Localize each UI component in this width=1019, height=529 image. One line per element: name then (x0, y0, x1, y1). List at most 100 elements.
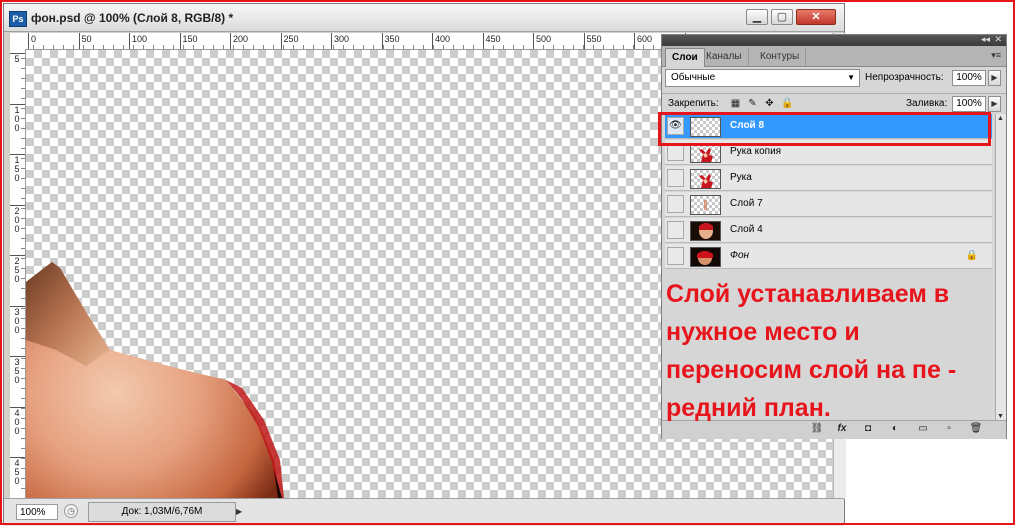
ruler-label: 450 (485, 34, 501, 44)
fill-slider-arrow-icon[interactable]: ▶ (988, 96, 1001, 112)
ruler-label: 400 (14, 407, 20, 436)
ruler-label: 450 (14, 458, 20, 486)
title-bar: Ps фон.psd @ 100% (Слой 8, RGB/8) * ▁ ▢ … (4, 4, 844, 32)
ruler-major-tick (482, 33, 484, 49)
layer-thumbnail (690, 169, 721, 189)
layer-name: Рука копия (730, 146, 782, 157)
visibility-toggle[interactable] (667, 247, 684, 265)
close-button[interactable]: ✕ (796, 9, 836, 25)
ruler-label: 350 (14, 357, 20, 385)
ruler-major-tick (28, 33, 29, 49)
layer-row-fon[interactable]: Фон 🔒 (665, 244, 992, 269)
ruler-label: 100 (132, 34, 148, 44)
tab-layers[interactable]: Слои (665, 48, 705, 67)
tab-channels[interactable]: Каналы (700, 48, 749, 66)
ruler-label: 0 (31, 34, 37, 44)
ruler-label: 300 (334, 34, 350, 44)
ruler-label: 500 (536, 34, 552, 44)
ruler-label: 100 (14, 104, 20, 133)
ruler-label: 150 (182, 34, 198, 44)
ruler-label: 5 (14, 54, 20, 64)
layer-thumbnail (690, 247, 721, 267)
panel-menu-icon[interactable]: ▾≡ (991, 50, 1001, 61)
ruler-major-tick (583, 33, 585, 49)
zoom-field[interactable]: 100% (16, 504, 58, 520)
blend-mode-select[interactable]: Обычные ▼ (665, 69, 860, 87)
layer-name: Фон (730, 250, 750, 261)
chevron-down-icon: ▼ (847, 73, 855, 82)
opacity-field[interactable]: 100% (952, 70, 986, 86)
layer-thumbnail (690, 195, 721, 215)
layer-thumbnail (690, 221, 721, 241)
vertical-ruler[interactable]: 5 100 150 200 250 300 350 400 450 (10, 49, 26, 498)
portrait-thumbnail-icon (691, 222, 720, 240)
ruler-label: 400 (435, 34, 451, 44)
ruler-major-tick (129, 33, 130, 49)
portrait-thumbnail-icon (691, 248, 720, 266)
ruler-label: 200 (233, 34, 249, 44)
ruler-label: 300 (14, 306, 20, 335)
scroll-down-icon[interactable]: ▼ (997, 413, 1004, 420)
fill-field[interactable]: 100% (952, 96, 986, 112)
annotation-line: переносим слой на пе - (666, 356, 957, 384)
photoshop-app-icon: Ps (9, 11, 27, 27)
ruler-label: 200 (14, 205, 20, 234)
lock-pixels-brush-icon[interactable]: ✎ (747, 98, 758, 109)
maximize-button[interactable]: ▢ (771, 9, 793, 25)
panel-tabs: Слои Каналы Контуры ▾≡ (662, 46, 1006, 67)
layers-scrollbar[interactable]: ▲ ▼ (995, 114, 1006, 421)
layer-name: Слой 4 (730, 224, 763, 235)
ruler-major-tick (533, 33, 534, 49)
ruler-major-tick (634, 33, 635, 49)
opacity-label: Непрозрачность: (865, 72, 944, 83)
visibility-toggle[interactable] (667, 195, 684, 213)
layer-thumbnail (690, 143, 721, 163)
tab-paths[interactable]: Контуры (754, 48, 807, 66)
collapse-panel-icon[interactable]: ◂◂ (981, 34, 990, 45)
opacity-slider-arrow-icon[interactable]: ▶ (988, 70, 1001, 86)
hand-thumbnail-icon (699, 174, 713, 188)
layer-row-sloi-7[interactable]: Слой 7 (665, 192, 992, 217)
scroll-up-icon[interactable]: ▲ (997, 115, 1004, 122)
annotation-text: Слой устанавливаем в нужное место и пере… (666, 276, 996, 428)
panel-header: ◂◂ ✕ (662, 34, 1006, 46)
ruler-major-tick (381, 33, 383, 49)
blend-mode-value: Обычные (671, 72, 716, 83)
layer-row-sloi-4[interactable]: Слой 4 (665, 218, 992, 243)
ruler-major-tick (179, 33, 181, 49)
ruler-label: 250 (14, 256, 20, 284)
ruler-origin[interactable] (10, 33, 25, 50)
lock-label: Закрепить: (668, 98, 719, 109)
close-panel-icon[interactable]: ✕ (994, 34, 1002, 45)
status-info-icon[interactable]: ◷ (64, 504, 78, 518)
ruler-label: 550 (586, 34, 602, 44)
layer-content-icon (704, 200, 707, 210)
ruler-major-tick (432, 33, 433, 49)
lock-position-move-icon[interactable]: ✥ (764, 98, 775, 109)
lock-transparency-icon[interactable]: ▦ (730, 98, 741, 109)
lock-row: Закрепить: ▦ ✎ ✥ 🔒 Заливка: 100% ▶ (662, 93, 1006, 114)
layer-row-ruka[interactable]: Рука (665, 166, 992, 191)
lock-all-padlock-icon[interactable]: 🔒 (781, 98, 793, 109)
ruler-major-tick (78, 33, 80, 49)
document-title: фон.psd @ 100% (Слой 8, RGB/8) * (31, 11, 234, 25)
hand-thumbnail-icon (699, 148, 713, 162)
ruler-major-tick (331, 33, 332, 49)
status-menu-arrow-icon[interactable]: ▶ (236, 502, 244, 522)
ruler-label: 600 (637, 34, 653, 44)
visibility-toggle[interactable] (667, 169, 684, 187)
document-size[interactable]: Док: 1,03M/6,76M (88, 502, 236, 522)
ruler-label: 50 (81, 34, 92, 44)
selected-layer-highlight (658, 112, 991, 146)
fill-label: Заливка: (906, 98, 948, 109)
layer-name: Рука (730, 172, 752, 183)
minimize-button[interactable]: ▁ (746, 9, 768, 25)
ruler-label: 150 (14, 155, 20, 183)
annotation-line: нужное место и (666, 318, 860, 346)
ruler-major-tick (280, 33, 282, 49)
ruler-label: 250 (283, 34, 299, 44)
status-bar: 100% ◷ Док: 1,03M/6,76M ▶ (4, 498, 844, 526)
ruler-major-tick (230, 33, 231, 49)
visibility-toggle[interactable] (667, 221, 684, 239)
layer-lock-icon: 🔒 (965, 250, 978, 261)
